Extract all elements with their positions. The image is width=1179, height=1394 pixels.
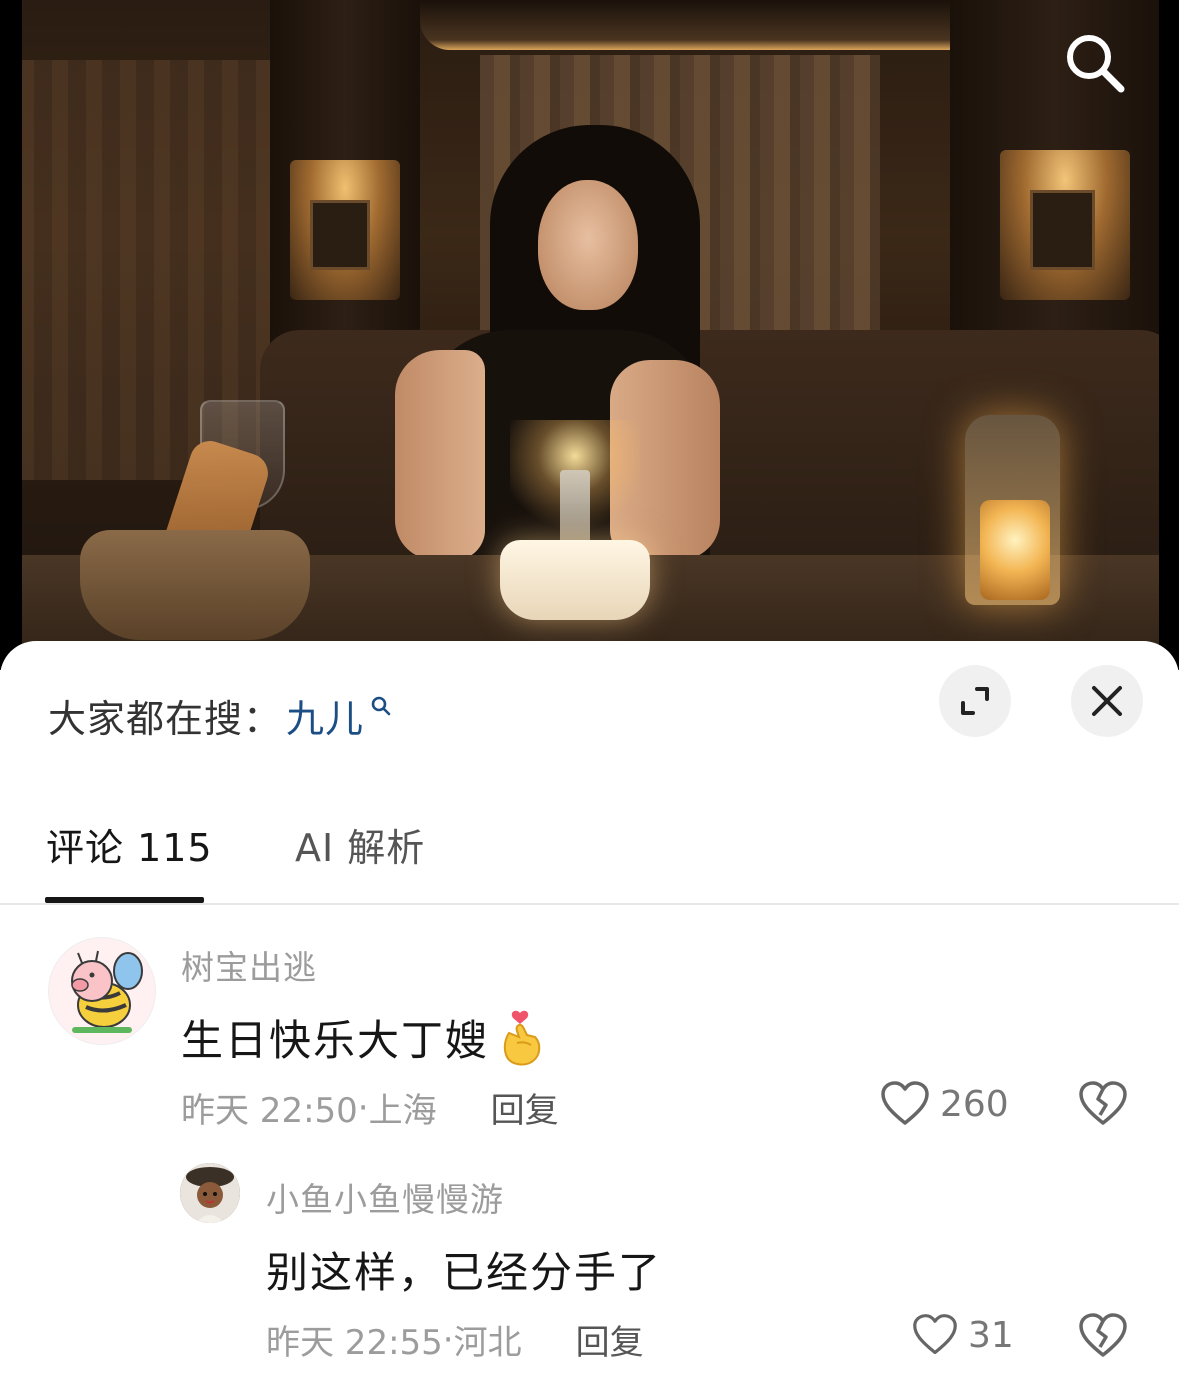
comment-username[interactable]: 小鱼小鱼慢慢游 — [266, 1173, 504, 1221]
expand-button[interactable] — [939, 665, 1011, 737]
tab-comments[interactable]: 评论 115 — [46, 817, 213, 872]
search-icon — [371, 696, 391, 716]
avatar[interactable] — [180, 1163, 240, 1223]
comment-sheet: 大家都在搜 ： 九儿 评论 115 AI 解析 树宝出逃 生日快乐大丁嫂 昨天 … — [0, 641, 1179, 1394]
bee-avatar-icon — [71, 950, 143, 1033]
broken-heart-icon — [1079, 1313, 1127, 1357]
candle-light — [980, 500, 1050, 600]
reply-button[interactable]: 回复 — [491, 1083, 559, 1132]
like-count: 260 — [940, 1083, 1009, 1125]
comment-username[interactable]: 树宝出逃 — [181, 941, 317, 989]
video-letterbox-left — [0, 0, 22, 670]
trending-search[interactable]: 大家都在搜 ： 九儿 — [48, 687, 392, 743]
search-button[interactable] — [1055, 28, 1135, 98]
picture-frame-left — [310, 200, 370, 270]
heart-icon — [913, 1314, 957, 1355]
dislike-button[interactable] — [1078, 1081, 1128, 1131]
trending-label: 大家都在搜 — [48, 696, 244, 741]
heart-icon — [881, 1081, 929, 1125]
comment-text: 别这样，已经分手了 — [266, 1239, 662, 1300]
person-face — [538, 180, 638, 310]
trending-term[interactable]: 九儿 — [286, 688, 364, 743]
like-count: 31 — [968, 1314, 1014, 1356]
comment-text: 生日快乐大丁嫂 — [181, 1007, 543, 1068]
scroll-fade — [0, 1354, 1179, 1394]
girl-avatar-icon — [180, 1163, 240, 1223]
candelabra — [560, 470, 590, 550]
like-button[interactable]: 31 — [912, 1313, 1014, 1357]
tab-ai-analysis[interactable]: AI 解析 — [295, 817, 425, 872]
comment-time: 昨天 22:50 — [181, 1091, 358, 1131]
birthday-cake — [500, 540, 650, 620]
bread-basket — [80, 530, 310, 640]
tab-bar: 评论 115 AI 解析 — [0, 811, 1179, 905]
video-player[interactable] — [0, 0, 1179, 670]
search-icon — [1067, 35, 1125, 93]
close-button[interactable] — [1071, 665, 1143, 737]
comment-text-content: 别这样，已经分手了 — [266, 1248, 663, 1297]
expand-icon — [961, 687, 989, 715]
comment-meta: 昨天 22:50 · 上海 回复 — [181, 1083, 559, 1132]
comment-location: 上海 — [368, 1091, 437, 1131]
like-button[interactable]: 260 — [880, 1081, 1009, 1127]
trending-separator: ： — [243, 696, 283, 741]
ceiling-light — [420, 0, 980, 50]
avatar[interactable] — [48, 937, 156, 1045]
finger-heart-emoji-icon — [503, 1010, 541, 1065]
active-tab-indicator — [45, 897, 204, 903]
meta-separator: · — [357, 1087, 369, 1128]
comment-text-content: 生日快乐大丁嫂 — [181, 1016, 490, 1065]
close-icon — [1092, 686, 1122, 716]
person-arm-left — [395, 350, 485, 560]
broken-heart-icon — [1079, 1081, 1127, 1125]
picture-frame-right — [1030, 190, 1095, 270]
video-letterbox-right — [1159, 0, 1179, 670]
